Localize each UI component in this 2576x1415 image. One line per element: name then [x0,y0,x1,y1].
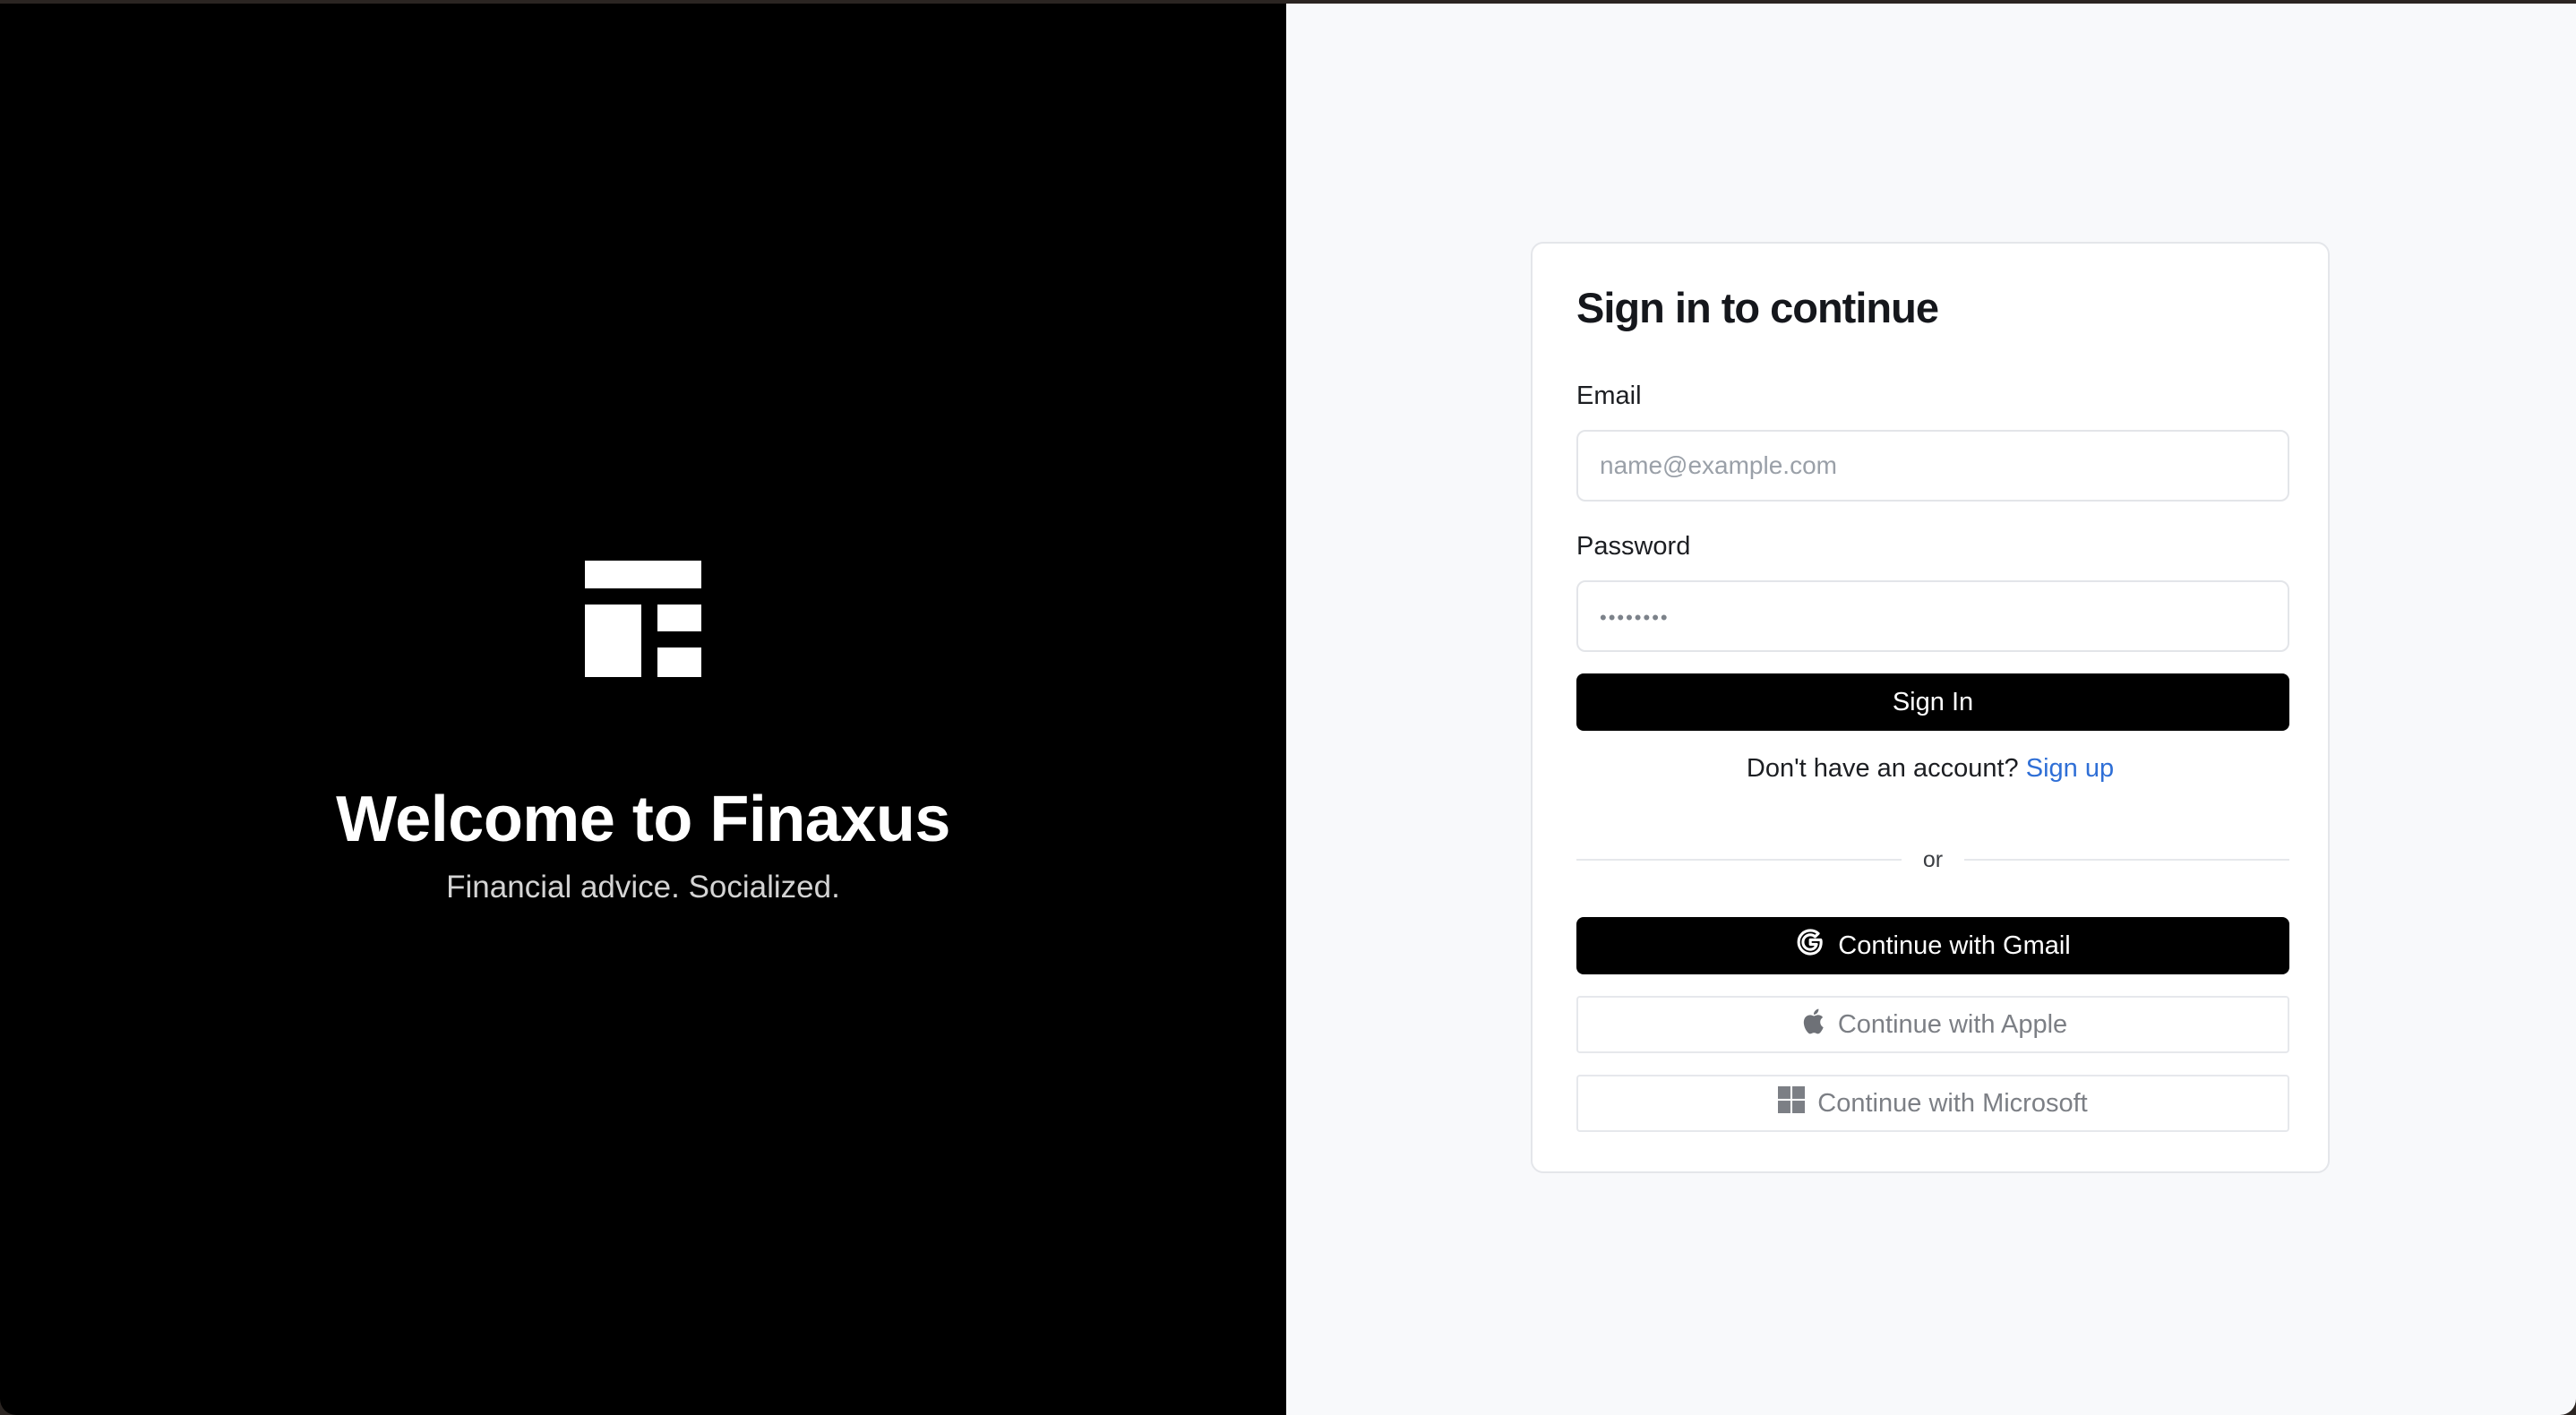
app-window: Welcome to Finaxus Financial advice. Soc… [0,0,2576,1415]
signin-title: Sign in to continue [1576,284,1939,331]
brand-block: Welcome to Finaxus Financial advice. Soc… [0,561,1286,908]
password-label: Password [1576,532,1691,561]
or-divider: or [1576,844,2290,876]
apple-button-label: Continue with Apple [1837,1009,2068,1039]
continue-with-apple-button[interactable]: Continue with Apple [1576,996,2289,1053]
welcome-tagline: Financial advice. Socialized. [446,870,840,905]
signup-prompt: Don't have an account? Sign up [1533,752,2328,785]
sign-in-button[interactable]: Sign In [1576,673,2289,731]
google-icon [1795,927,1825,965]
microsoft-icon [1778,1086,1806,1120]
microsoft-button-label: Continue with Microsoft [1817,1088,2088,1118]
password-field[interactable] [1576,580,2289,652]
divider-line-right [1964,859,2290,861]
finaxus-logo [585,561,701,677]
sign-up-link[interactable]: Sign up [2026,754,2114,783]
sign-in-label: Sign In [1892,687,1974,716]
divider-line-left [1576,859,1902,861]
divider-text: or [1922,846,1944,872]
gmail-button-label: Continue with Gmail [1838,930,2071,960]
welcome-panel: Welcome to Finaxus Financial advice. Soc… [0,4,1286,1415]
signin-card: Sign in to continue Email Password Sign … [1531,242,2330,1173]
apple-icon [1799,1006,1825,1043]
no-account-text: Don't have an account? [1746,754,2019,783]
email-label: Email [1576,382,1642,410]
email-field[interactable] [1576,430,2289,502]
continue-with-microsoft-button[interactable]: Continue with Microsoft [1576,1075,2289,1132]
continue-with-gmail-button[interactable]: Continue with Gmail [1576,917,2289,974]
welcome-title: Welcome to Finaxus [336,784,950,855]
